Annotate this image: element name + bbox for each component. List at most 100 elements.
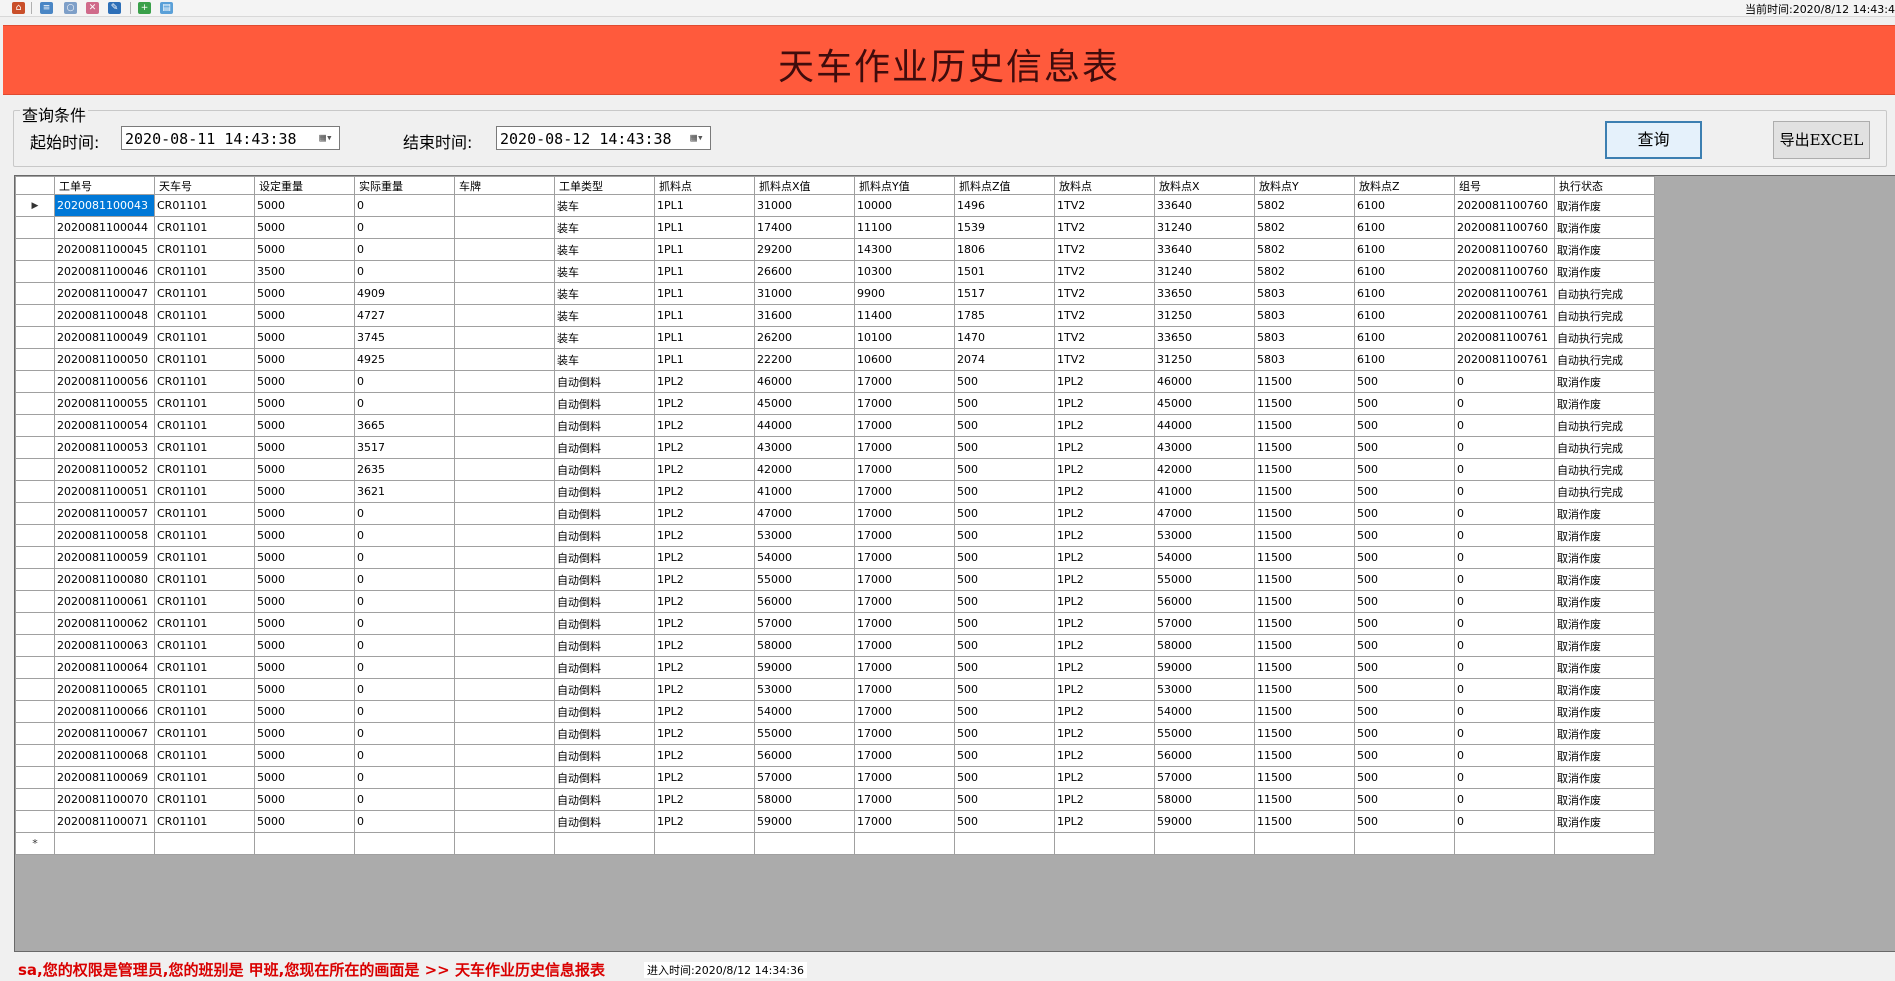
table-cell[interactable]: 取消作废 [1554, 216, 1655, 239]
table-cell[interactable]: 自动倒料 [554, 810, 655, 833]
column-header[interactable]: 工单号 [54, 176, 155, 195]
table-cell[interactable]: 2020081100053 [54, 436, 155, 459]
table-cell[interactable] [254, 832, 355, 855]
table-row[interactable]: 2020081100068 CR01101 5000 0 自动倒料 1PL2 56000 17… [15, 744, 1655, 767]
table-cell[interactable]: 0 [1454, 788, 1555, 811]
table-cell[interactable]: 2074 [954, 348, 1055, 371]
table-cell[interactable]: 42000 [1154, 458, 1255, 481]
table-cell[interactable]: 自动倒料 [554, 678, 655, 701]
table-cell[interactable]: 自动执行完成 [1554, 326, 1655, 349]
table-row[interactable]: 2020081100056 CR01101 5000 0 自动倒料 1PL2 46000 17… [15, 370, 1655, 393]
table-cell[interactable]: 31000 [754, 282, 855, 305]
table-cell[interactable]: 11100 [854, 216, 955, 239]
table-cell[interactable]: 0 [354, 238, 455, 261]
table-cell[interactable]: 11500 [1254, 634, 1355, 657]
table-cell[interactable]: 500 [1354, 458, 1455, 481]
table-cell[interactable]: 自动倒料 [554, 700, 655, 723]
column-header[interactable]: 放料点Z [1354, 176, 1455, 195]
table-cell[interactable]: 2020081100044 [54, 216, 155, 239]
table-cell[interactable]: 500 [954, 700, 1055, 723]
table-row[interactable]: 2020081100065 CR01101 5000 0 自动倒料 1PL2 53000 17… [15, 678, 1655, 701]
table-cell[interactable]: 1PL2 [1054, 766, 1155, 789]
table-cell[interactable]: 33650 [1154, 282, 1255, 305]
row-header[interactable] [15, 216, 55, 239]
table-cell[interactable]: 1PL2 [1054, 392, 1155, 415]
table-cell[interactable]: 2020081100052 [54, 458, 155, 481]
table-cell[interactable]: 500 [954, 524, 1055, 547]
table-row[interactable]: 2020081100070 CR01101 5000 0 自动倒料 1PL2 58000 17… [15, 788, 1655, 811]
table-cell[interactable]: 1PL2 [1054, 634, 1155, 657]
table-cell[interactable]: 自动倒料 [554, 722, 655, 745]
table-cell[interactable]: 装车 [554, 326, 655, 349]
table-cell[interactable]: 500 [954, 392, 1055, 415]
table-cell[interactable]: 0 [354, 678, 455, 701]
table-cell[interactable]: 33650 [1154, 326, 1255, 349]
row-header[interactable] [15, 810, 55, 833]
calendar-dropdown-icon[interactable]: ▦▾ [686, 130, 708, 146]
table-cell[interactable]: 1PL2 [654, 546, 755, 569]
column-header[interactable]: 组号 [1454, 176, 1555, 195]
table-cell[interactable]: 取消作废 [1554, 194, 1655, 217]
table-row[interactable]: 2020081100055 CR01101 5000 0 自动倒料 1PL2 45000 17… [15, 392, 1655, 415]
table-cell[interactable]: 自动倒料 [554, 524, 655, 547]
table-cell[interactable]: 自动倒料 [554, 744, 655, 767]
table-cell[interactable]: 0 [1454, 458, 1555, 481]
table-cell[interactable]: 58000 [1154, 788, 1255, 811]
table-cell[interactable]: 5000 [254, 612, 355, 635]
table-cell[interactable]: 2020081100046 [54, 260, 155, 283]
table-cell[interactable] [1054, 832, 1155, 855]
row-header[interactable] [15, 612, 55, 635]
table-cell[interactable]: 1PL2 [654, 436, 755, 459]
table-cell[interactable]: CR01101 [154, 568, 255, 591]
table-cell[interactable]: CR01101 [154, 326, 255, 349]
table-cell[interactable]: 11500 [1254, 568, 1355, 591]
table-cell[interactable]: 取消作废 [1554, 370, 1655, 393]
table-cell[interactable]: 0 [1454, 766, 1555, 789]
table-cell[interactable]: 0 [1454, 634, 1555, 657]
table-row[interactable]: 2020081100054 CR01101 5000 3665 自动倒料 1PL2 4400… [15, 414, 1655, 437]
table-cell[interactable]: 10300 [854, 260, 955, 283]
table-cell[interactable]: 31240 [1154, 216, 1255, 239]
table-cell[interactable]: 2020081100047 [54, 282, 155, 305]
table-cell[interactable]: 33640 [1154, 238, 1255, 261]
table-cell[interactable]: 43000 [754, 436, 855, 459]
table-cell[interactable]: 1PL2 [1054, 568, 1155, 591]
table-cell[interactable]: 1PL2 [654, 656, 755, 679]
table-cell[interactable] [454, 304, 555, 327]
table-cell[interactable]: 500 [1354, 480, 1455, 503]
table-cell[interactable]: 2020081100760 [1454, 238, 1555, 261]
table-cell[interactable]: 1PL1 [654, 238, 755, 261]
table-cell[interactable]: 0 [1454, 436, 1555, 459]
table-cell[interactable]: 1PL2 [654, 722, 755, 745]
table-row[interactable]: 2020081100066 CR01101 5000 0 自动倒料 1PL2 54000 17… [15, 700, 1655, 723]
table-cell[interactable]: 5000 [254, 282, 355, 305]
table-cell[interactable]: 17000 [854, 568, 955, 591]
table-row[interactable]: 2020081100048 CR01101 5000 4727 装车 1PL1 31600 1… [15, 304, 1655, 327]
new-row[interactable]: * [15, 832, 1655, 855]
table-cell[interactable]: 5000 [254, 414, 355, 437]
table-cell[interactable]: 取消作废 [1554, 766, 1655, 789]
table-cell[interactable]: 2020081100068 [54, 744, 155, 767]
table-cell[interactable]: 17000 [854, 634, 955, 657]
table-cell[interactable]: 500 [954, 458, 1055, 481]
row-header[interactable] [15, 766, 55, 789]
table-cell[interactable]: CR01101 [154, 524, 255, 547]
table-cell[interactable]: 1PL1 [654, 304, 755, 327]
table-cell[interactable] [754, 832, 855, 855]
table-cell[interactable]: 44000 [1154, 414, 1255, 437]
table-cell[interactable]: 0 [354, 216, 455, 239]
query-button[interactable]: 查询 [1605, 121, 1702, 159]
table-cell[interactable]: 59000 [1154, 656, 1255, 679]
book-icon[interactable]: ▤ [160, 2, 173, 14]
table-cell[interactable]: 2020081100761 [1454, 304, 1555, 327]
table-cell[interactable]: 2020081100761 [1454, 282, 1555, 305]
table-cell[interactable]: 5000 [254, 744, 355, 767]
table-cell[interactable]: 57000 [1154, 612, 1255, 635]
table-row[interactable]: 2020081100051 CR01101 5000 3621 自动倒料 1PL2 4100… [15, 480, 1655, 503]
table-cell[interactable]: 500 [954, 722, 1055, 745]
table-cell[interactable]: 5000 [254, 568, 355, 591]
table-cell[interactable]: 9900 [854, 282, 955, 305]
table-cell[interactable]: 1806 [954, 238, 1055, 261]
table-cell[interactable]: 17000 [854, 546, 955, 569]
table-cell[interactable]: 装车 [554, 216, 655, 239]
